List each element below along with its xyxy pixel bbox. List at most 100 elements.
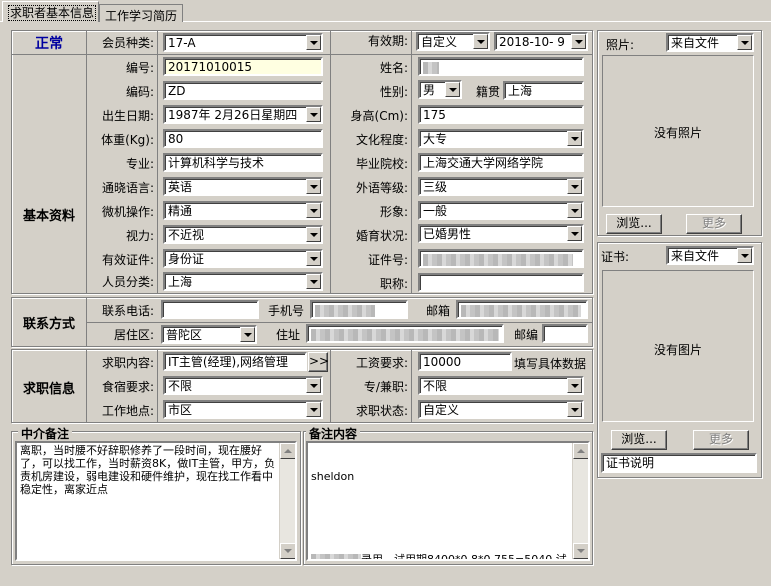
parttime-select[interactable]: 不限 — [418, 376, 584, 395]
major-label: 专业: — [125, 157, 154, 171]
redacted-remark — [311, 554, 361, 559]
mobile-label: 手机号 — [267, 304, 304, 318]
chevron-down-icon — [306, 203, 321, 218]
remark-scrollbar[interactable] — [572, 443, 588, 559]
district-value: 普陀区 — [166, 328, 203, 342]
chevron-down-icon — [737, 35, 752, 50]
vision-select[interactable]: 不近视 — [163, 225, 323, 244]
tab-work-history[interactable]: 工作学习简历 — [99, 4, 183, 23]
tab-basic-info-label: 求职者基本信息 — [8, 5, 97, 21]
member-type-value: 17-A — [168, 36, 196, 50]
category-select[interactable]: 上海 — [163, 272, 323, 291]
foreign-label: 外语等级: — [355, 181, 408, 195]
section-basic-title: 基本资料 — [22, 209, 75, 224]
photo-browse-button[interactable]: 浏览... — [606, 214, 662, 234]
place-select[interactable]: 市区 — [163, 400, 323, 419]
grid-line — [12, 54, 592, 55]
validity-mode-value: 自定义 — [421, 35, 458, 49]
title-field[interactable] — [418, 273, 584, 292]
agent-note-text: 离职，当时腰不好辞职修养了一段时间，现在腰好了，可以找工作，当时薪资8K，做IT… — [20, 444, 276, 496]
remark-textarea[interactable]: sheldon 录用，试用期8400*0.8*0.755=5040 试用期1-2… — [306, 441, 590, 561]
major-field[interactable]: 计算机科学与技术 — [163, 153, 323, 172]
salary-field[interactable]: 10000 — [418, 352, 512, 371]
grid-line — [86, 31, 87, 293]
photo-source-value: 来自文件 — [671, 36, 720, 50]
pc-select[interactable]: 精通 — [163, 201, 323, 220]
lang-select[interactable]: 英语 — [163, 177, 323, 196]
scroll-down-icon — [573, 543, 588, 559]
height-field[interactable]: 175 — [418, 105, 584, 124]
marital-value: 已婚男性 — [423, 227, 472, 241]
school-field[interactable]: 上海交通大学网络学院 — [418, 153, 584, 172]
address-field[interactable] — [306, 324, 504, 343]
desire-field[interactable]: IT主管(经理),网络管理 — [163, 352, 307, 371]
validity-date-picker[interactable]: 2018-10- 9 — [494, 32, 588, 51]
email-field[interactable] — [456, 300, 588, 319]
jobstatus-select[interactable]: 自定义 — [418, 400, 584, 419]
phone-field[interactable] — [161, 300, 259, 319]
board-label: 食宿要求: — [101, 380, 154, 394]
desire-label: 求职内容: — [101, 356, 154, 370]
weight-field[interactable]: 80 — [163, 129, 323, 148]
grid-line — [330, 31, 331, 293]
cert-select[interactable]: 身份证 — [163, 249, 323, 268]
foreign-select[interactable]: 三级 — [418, 177, 584, 196]
weight-label: 体重(Kg): — [101, 133, 154, 147]
chevron-down-icon — [567, 402, 582, 417]
vision-value: 不近视 — [168, 228, 205, 242]
cert-source-select[interactable]: 来自文件 — [666, 246, 754, 265]
photo-more-button[interactable]: 更多 — [686, 214, 742, 234]
image-value: 一般 — [423, 204, 448, 218]
cert-label: 有效证件: — [101, 253, 154, 267]
cert-browse-button[interactable]: 浏览... — [611, 430, 667, 450]
birth-date-picker[interactable]: 1987年 2月26日星期四 — [163, 105, 323, 124]
photo-source-select[interactable]: 来自文件 — [666, 33, 754, 52]
mobile-field[interactable] — [310, 300, 408, 319]
jobstatus-label: 求职状态: — [355, 404, 408, 418]
edu-label: 文化程度: — [355, 133, 408, 147]
district-select[interactable]: 普陀区 — [161, 325, 257, 344]
photo-label: 照片: — [606, 38, 635, 52]
agent-note-scrollbar[interactable] — [279, 443, 295, 559]
chevron-down-icon — [306, 179, 321, 194]
id-field[interactable]: 20171010015 — [163, 57, 323, 76]
image-select[interactable]: 一般 — [418, 201, 584, 220]
native-field[interactable]: 上海 — [503, 81, 584, 100]
tab-basic-info[interactable]: 求职者基本信息 — [2, 1, 99, 22]
scroll-up-icon — [573, 443, 588, 459]
board-select[interactable]: 不限 — [163, 376, 323, 395]
chevron-down-icon — [240, 327, 255, 342]
gender-value: 男 — [423, 83, 436, 97]
edu-select[interactable]: 大专 — [418, 129, 584, 148]
name-field[interactable] — [418, 57, 584, 76]
validity-mode-select[interactable]: 自定义 — [416, 32, 490, 51]
lang-value: 英语 — [168, 180, 193, 194]
agent-note-textarea[interactable]: 离职，当时腰不好辞职修养了一段时间，现在腰好了，可以找工作，当时薪资8K，做IT… — [15, 441, 297, 561]
category-value: 上海 — [168, 275, 193, 289]
grid-line — [411, 31, 412, 293]
pc-label: 微机操作: — [101, 205, 154, 219]
certno-field[interactable] — [418, 249, 584, 268]
title-label: 职称: — [379, 277, 408, 291]
chevron-down-icon — [445, 82, 460, 97]
grid-line — [86, 350, 87, 422]
section-contact-title: 联系方式 — [22, 317, 75, 332]
image-label: 形象: — [379, 205, 408, 219]
photo-frame[interactable]: 没有照片 — [602, 55, 754, 207]
grid-line — [157, 350, 158, 422]
cert-desc-field[interactable]: 证书说明 — [601, 453, 757, 473]
gender-select[interactable]: 男 — [418, 80, 462, 99]
status-label: 正常 — [35, 36, 63, 52]
agent-note-title: 中介备注 — [18, 425, 73, 442]
desire-more-button[interactable]: >> — [308, 352, 329, 372]
zip-field[interactable] — [542, 324, 588, 343]
code-field[interactable]: ZD — [163, 81, 323, 100]
redacted-certno — [423, 253, 573, 266]
marital-select[interactable]: 已婚男性 — [418, 224, 584, 243]
member-type-select[interactable]: 17-A — [163, 33, 323, 52]
chevron-down-icon — [306, 107, 321, 122]
grid-line — [411, 350, 412, 422]
cert-more-button[interactable]: 更多 — [693, 430, 749, 450]
validity-date-value: 2018-10- 9 — [499, 35, 565, 49]
cert-image-frame[interactable]: 没有图片 — [602, 270, 754, 422]
